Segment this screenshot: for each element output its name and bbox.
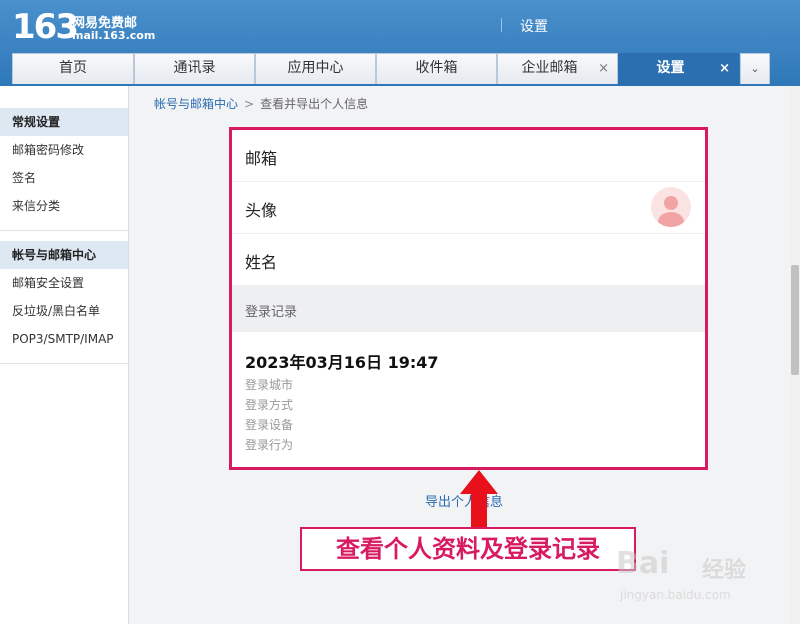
tab-close-icon[interactable]: × xyxy=(719,54,730,83)
tab-label: 收件箱 xyxy=(415,60,458,76)
scrollbar-thumb[interactable] xyxy=(791,265,799,375)
settings-sidebar: 常规设置 邮箱密码修改 签名 来信分类 帐号与邮箱中心 邮箱安全设置 反垃圾/黑… xyxy=(0,86,129,624)
header-divider xyxy=(501,18,502,32)
avatar-row: 头像 xyxy=(232,182,705,234)
watermark-cn: 经验 xyxy=(702,558,747,583)
baidu-jingyan-watermark: Bai 经验 jingyan.baidu.com xyxy=(616,540,796,610)
personal-info-card: 邮箱 头像 姓名 登录记录 2023年03月16日 19:47 登录城市 登录方… xyxy=(229,127,708,470)
login-city-label: 登录城市 xyxy=(245,378,294,392)
tab-more-chevron-down-icon[interactable]: ⌄ xyxy=(740,53,770,84)
login-time: 2023年03月16日 19:47 xyxy=(245,353,439,372)
sidebar-divider xyxy=(0,230,128,231)
sidebar-section-general[interactable]: 常规设置 xyxy=(0,108,128,136)
tab-bar: 首页 通讯录 应用中心 收件箱 企业邮箱 × 设置 × ⌄ xyxy=(12,53,772,86)
annotation-arrow-up-icon xyxy=(458,468,500,530)
login-record-title: 登录记录 xyxy=(245,305,298,320)
sidebar-item-password[interactable]: 邮箱密码修改 xyxy=(0,136,128,164)
tab-home[interactable]: 首页 xyxy=(12,53,134,84)
tab-label: 应用中心 xyxy=(287,60,344,76)
login-action-label: 登录行为 xyxy=(245,438,294,452)
login-record-header: 登录记录 xyxy=(232,286,705,332)
breadcrumb-current: 查看并导出个人信息 xyxy=(260,97,369,111)
tab-label: 设置 xyxy=(656,60,685,76)
tab-settings[interactable]: 设置 × xyxy=(618,53,739,86)
watermark-url: jingyan.baidu.com xyxy=(620,588,731,602)
watermark-brand: Bai xyxy=(616,546,670,581)
tab-close-icon[interactable]: × xyxy=(598,54,609,83)
tab-contacts[interactable]: 通讯录 xyxy=(134,53,255,84)
avatar-icon xyxy=(651,187,691,227)
tab-label: 首页 xyxy=(59,60,87,76)
login-device-label: 登录设备 xyxy=(245,418,294,432)
logo-number: 163 xyxy=(12,7,79,47)
logo-url: mail.163.com xyxy=(72,29,156,42)
sidebar-section-account[interactable]: 帐号与邮箱中心 xyxy=(0,241,128,269)
name-label: 姓名 xyxy=(245,253,278,272)
sidebar-item-signature[interactable]: 签名 xyxy=(0,164,128,192)
avatar-label: 头像 xyxy=(245,201,278,220)
sidebar-item-security[interactable]: 邮箱安全设置 xyxy=(0,269,128,297)
tab-label: 企业邮箱 xyxy=(521,60,578,76)
name-row: 姓名 xyxy=(232,234,705,286)
login-method-label: 登录方式 xyxy=(245,398,294,412)
mailbox-row: 邮箱 xyxy=(232,130,705,182)
breadcrumb: 帐号与邮箱中心 > 查看并导出个人信息 xyxy=(154,95,368,112)
header-page-title: 设置 xyxy=(520,19,548,35)
tab-label: 通讯录 xyxy=(173,60,216,76)
tab-app-center[interactable]: 应用中心 xyxy=(255,53,376,84)
tab-inbox[interactable]: 收件箱 xyxy=(376,53,497,84)
sidebar-divider xyxy=(0,363,128,364)
sidebar-item-pop3-smtp-imap[interactable]: POP3/SMTP/IMAP xyxy=(0,325,128,353)
annotation-callout: 查看个人资料及登录记录 xyxy=(300,527,636,571)
breadcrumb-parent-link[interactable]: 帐号与邮箱中心 xyxy=(154,97,238,111)
sidebar-item-antispam[interactable]: 反垃圾/黑白名单 xyxy=(0,297,128,325)
app-header: 163 网易免费邮 mail.163.com 设置 首页 通讯录 应用中心 收件… xyxy=(0,0,800,86)
mailbox-label: 邮箱 xyxy=(245,149,278,168)
sidebar-item-mail-filter[interactable]: 来信分类 xyxy=(0,192,128,220)
breadcrumb-separator: > xyxy=(244,97,255,111)
tab-enterprise-mail[interactable]: 企业邮箱 × xyxy=(497,53,618,84)
mail-logo[interactable]: 163 网易免费邮 mail.163.com xyxy=(12,8,162,48)
